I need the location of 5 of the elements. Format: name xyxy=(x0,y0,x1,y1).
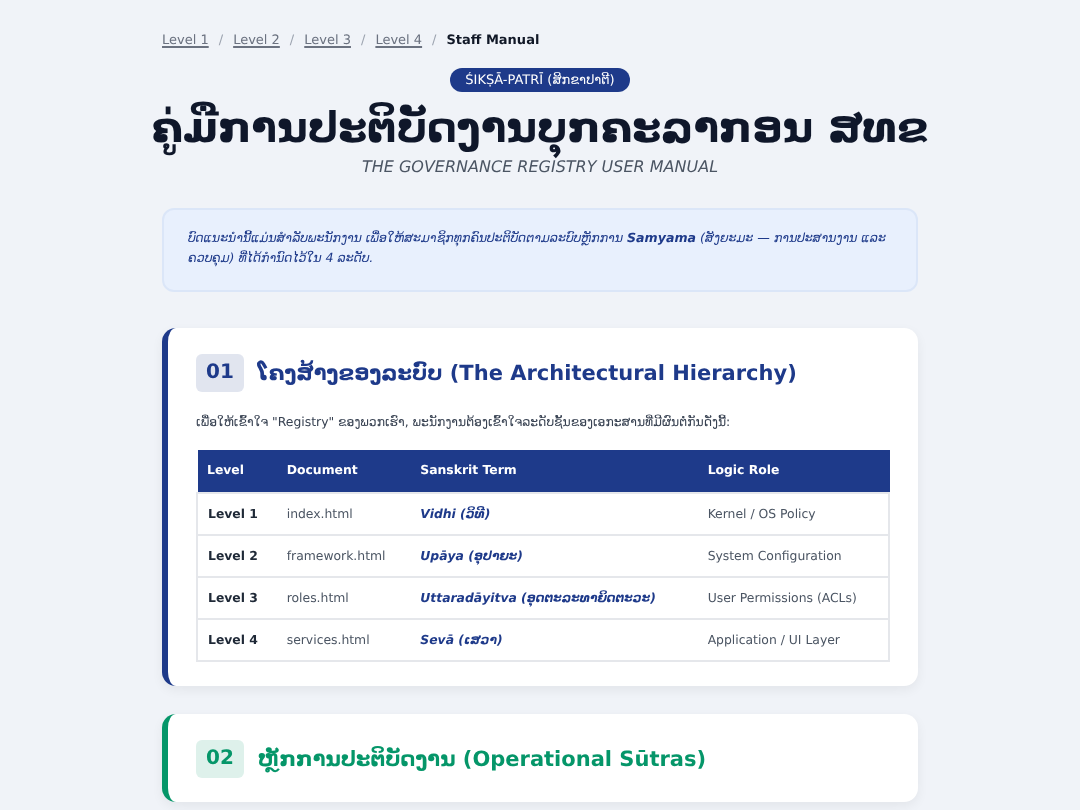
section-title: ຫຼັກການປະຕິບັດງານ (Operational Sūtras) xyxy=(257,747,707,772)
section-number: 01 xyxy=(196,354,244,393)
section-title: ໂຄງສ້າງຂອງລະບົບ (The Architectural Hierarchy) xyxy=(257,361,797,386)
section-number: 02 xyxy=(196,740,244,779)
page-subtitle: THE GOVERNANCE REGISTRY USER MANUAL xyxy=(361,158,719,176)
